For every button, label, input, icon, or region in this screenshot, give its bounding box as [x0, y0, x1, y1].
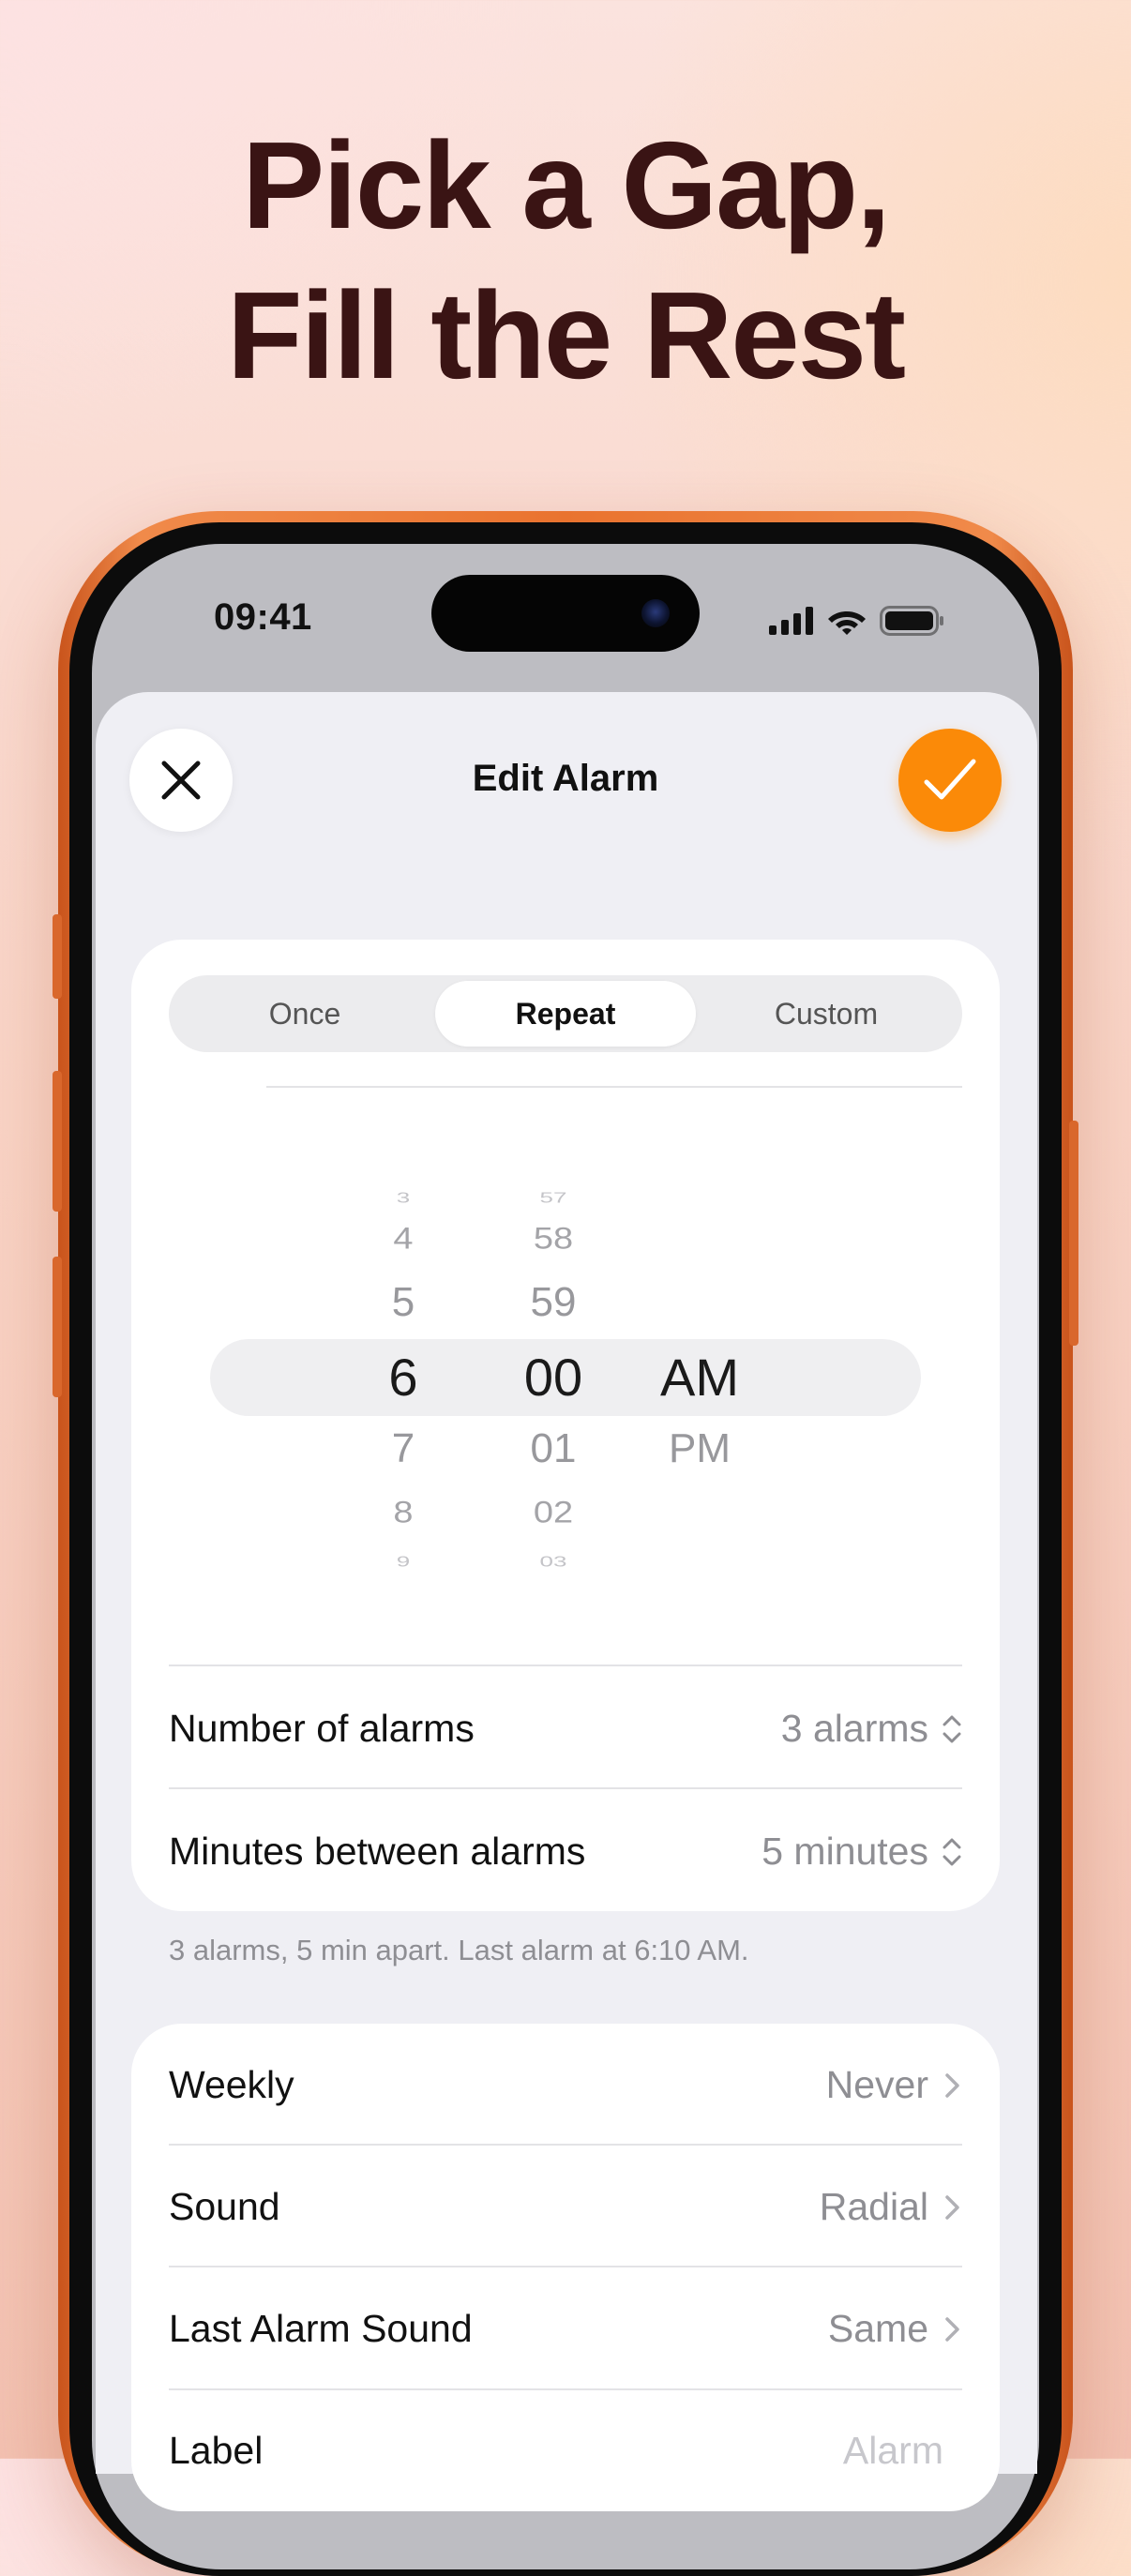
close-button[interactable]	[129, 729, 233, 832]
sheet-title: Edit Alarm	[472, 758, 659, 799]
close-icon	[161, 761, 201, 800]
row-divider	[169, 1665, 962, 1666]
sound-value: Radial	[820, 2185, 962, 2229]
number-of-alarms-label: Number of alarms	[169, 1707, 475, 1750]
number-of-alarms-value[interactable]: 3 alarms	[781, 1707, 962, 1751]
alarm-summary-caption: 3 alarms, 5 min apart. Last alarm at 6:1…	[169, 1934, 749, 1966]
volume-up-button	[53, 1071, 62, 1212]
label-label: Label	[169, 2429, 264, 2472]
camera-lens-icon	[641, 599, 670, 627]
picker-item-selected: 00	[523, 1348, 583, 1407]
picker-item: 9	[396, 1553, 411, 1571]
tab-repeat[interactable]: Repeat	[435, 981, 696, 1047]
tab-once[interactable]: Once	[174, 981, 435, 1047]
picker-item: 01	[530, 1425, 577, 1471]
chevron-up-down-icon	[942, 1838, 961, 1865]
dynamic-island	[431, 575, 700, 652]
wifi-icon	[828, 611, 866, 635]
cellular-signal-icon	[769, 607, 813, 635]
battery-icon	[880, 606, 943, 636]
row-divider	[169, 2388, 962, 2390]
tab-custom[interactable]: Custom	[696, 981, 957, 1047]
weekly-value-text: Never	[825, 2063, 928, 2106]
confirm-button[interactable]	[898, 729, 1002, 832]
minutes-between-label: Minutes between alarms	[169, 1830, 586, 1873]
picker-item-selected: 6	[388, 1348, 418, 1407]
picker-item: 3	[396, 1189, 411, 1207]
chevron-up-down-icon	[942, 1715, 961, 1742]
weekly-label: Weekly	[169, 2063, 294, 2106]
picker-item: 5	[391, 1279, 415, 1325]
chevron-right-icon	[945, 2072, 959, 2098]
row-divider	[169, 1787, 962, 1789]
chevron-right-icon	[945, 2316, 959, 2342]
checkmark-icon	[924, 759, 976, 800]
picker-item: 58	[533, 1222, 574, 1256]
picker-top-divider	[266, 1086, 962, 1088]
minutes-between-value-text: 5 minutes	[762, 1830, 928, 1873]
picker-item: 59	[530, 1279, 577, 1325]
status-icons	[769, 606, 945, 636]
picker-item: 02	[533, 1496, 574, 1529]
minutes-between-value[interactable]: 5 minutes	[762, 1830, 962, 1874]
headline-line-2: Fill the Rest	[226, 266, 906, 404]
picker-item: 57	[539, 1189, 567, 1207]
picker-item: PM	[669, 1425, 731, 1471]
last-alarm-sound-label: Last Alarm Sound	[169, 2307, 473, 2350]
number-of-alarms-value-text: 3 alarms	[780, 1707, 928, 1750]
picker-item-selected: AM	[660, 1348, 739, 1407]
action-button	[53, 914, 62, 999]
last-alarm-sound-value: Same	[828, 2307, 962, 2351]
chevron-right-icon	[945, 2194, 959, 2220]
weekly-value: Never	[826, 2063, 962, 2107]
sound-value-text: Radial	[819, 2185, 928, 2228]
status-time: 09:41	[214, 596, 312, 638]
last-alarm-sound-value-text: Same	[827, 2307, 928, 2350]
volume-down-button	[53, 1257, 62, 1397]
picker-item: 03	[539, 1553, 567, 1571]
picker-item: 7	[391, 1425, 415, 1471]
label-input[interactable]: Alarm	[843, 2429, 943, 2473]
power-button	[1069, 1121, 1078, 1346]
row-divider	[169, 2144, 962, 2146]
row-divider	[169, 2266, 962, 2267]
picker-item: 8	[393, 1496, 414, 1529]
headline: Pick a Gap, Fill the Rest	[0, 111, 1131, 411]
headline-line-1: Pick a Gap,	[242, 116, 891, 254]
picker-item: 4	[393, 1222, 414, 1256]
mode-segmented-control: Once Repeat Custom	[169, 975, 962, 1052]
sound-label: Sound	[169, 2185, 280, 2228]
